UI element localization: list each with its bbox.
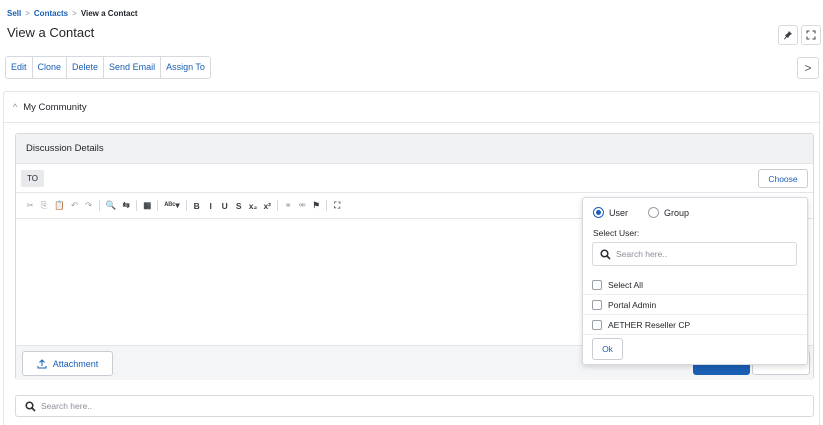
select-all-checkbox[interactable]: [592, 279, 602, 290]
next-record-button[interactable]: >: [797, 57, 819, 79]
toolbar-separator: [185, 200, 187, 211]
to-label: TO: [21, 170, 44, 187]
breadcrumb-separator: >: [25, 9, 30, 18]
recipient-chooser-popover: User Group Select User: Select All Porta…: [582, 197, 808, 365]
group-radio[interactable]: [648, 207, 660, 218]
user-option-portal-admin[interactable]: Portal Admin: [583, 295, 807, 315]
unlink-icon[interactable]: ⚮: [298, 200, 306, 211]
user-checkbox[interactable]: [592, 319, 602, 330]
delete-button[interactable]: Delete: [67, 57, 105, 78]
toolbar-separator: [136, 200, 138, 211]
search-icon: [600, 248, 611, 260]
discussion-header: Discussion Details: [16, 134, 813, 164]
choose-button[interactable]: Choose: [758, 169, 808, 188]
chevron-up-icon: ^: [13, 102, 18, 112]
toolbar-separator: [326, 200, 328, 211]
edit-button[interactable]: Edit: [6, 57, 33, 78]
select-user-label: Select User:: [593, 228, 640, 238]
flag-icon[interactable]: ⚑: [312, 200, 320, 211]
redo-icon[interactable]: ↷: [85, 200, 93, 211]
user-radio-label: User: [609, 207, 629, 218]
find-icon[interactable]: 🔍: [106, 200, 117, 211]
user-option-label: Portal Admin: [608, 299, 657, 310]
page-title: View a Contact: [7, 25, 95, 40]
group-radio-option[interactable]: Group: [648, 207, 689, 218]
ok-button[interactable]: Ok: [592, 338, 623, 360]
italic-icon[interactable]: I: [207, 201, 215, 211]
attachment-button[interactable]: Attachment: [22, 351, 113, 376]
community-header[interactable]: ^ My Community: [4, 92, 819, 123]
recipient-type-radios: User Group: [593, 207, 689, 218]
replace-icon[interactable]: ⇆: [122, 200, 130, 211]
user-radio[interactable]: [593, 207, 604, 218]
select-all-option[interactable]: Select All: [583, 275, 807, 295]
community-title: My Community: [23, 101, 87, 113]
send-email-button[interactable]: Send Email: [104, 57, 162, 78]
select-all-icon[interactable]: ▦: [143, 200, 151, 211]
comment-search-bar: [15, 395, 814, 417]
upload-icon: [37, 358, 47, 368]
user-search-box: [592, 242, 797, 266]
bold-icon[interactable]: B: [193, 201, 201, 211]
clone-button[interactable]: Clone: [32, 57, 68, 78]
assign-to-button[interactable]: Assign To: [161, 57, 210, 78]
strike-icon[interactable]: S: [235, 201, 243, 211]
toolbar-separator: [277, 200, 279, 211]
action-toolbar: Edit Clone Delete Send Email Assign To: [5, 56, 211, 79]
chevron-right-icon: >: [804, 61, 812, 75]
subscript-icon[interactable]: x₂: [249, 201, 258, 211]
discussion-title: Discussion Details: [26, 143, 104, 154]
breadcrumb-separator: >: [72, 9, 77, 18]
toolbar-separator: [98, 200, 100, 211]
comment-search-input[interactable]: [41, 401, 641, 411]
expand-icon: [806, 30, 816, 40]
paste-icon[interactable]: 📋: [54, 200, 65, 211]
search-icon: [25, 400, 36, 412]
user-search-input[interactable]: [616, 249, 786, 259]
link-icon[interactable]: ⚭: [284, 200, 292, 211]
breadcrumb-current: View a Contact: [80, 9, 138, 18]
breadcrumb: Sell > Contacts > View a Contact: [7, 9, 138, 18]
recipients-row: TO Choose: [16, 164, 813, 193]
user-option-aether-reseller[interactable]: AETHER Reseller CP: [583, 315, 807, 335]
underline-icon[interactable]: U: [221, 201, 229, 211]
user-option-label: AETHER Reseller CP: [608, 319, 691, 330]
spellcheck-icon[interactable]: ᴬᴮᶜ▾: [164, 200, 180, 211]
attachment-label: Attachment: [52, 358, 99, 369]
superscript-icon[interactable]: x²: [263, 201, 271, 211]
user-checkbox[interactable]: [592, 299, 602, 310]
expand-button[interactable]: [801, 25, 821, 45]
user-radio-option[interactable]: User: [593, 207, 628, 218]
toolbar-separator: [157, 200, 159, 211]
breadcrumb-sell-link[interactable]: Sell: [7, 9, 21, 18]
maximize-icon[interactable]: ⛶: [333, 200, 341, 211]
group-radio-label: Group: [664, 207, 690, 218]
copy-icon[interactable]: ⎘: [40, 200, 48, 211]
pin-button[interactable]: [778, 25, 798, 45]
cut-icon[interactable]: ✂: [26, 200, 34, 211]
undo-icon[interactable]: ↶: [71, 200, 79, 211]
breadcrumb-contacts-link[interactable]: Contacts: [34, 9, 68, 18]
pin-icon: [784, 31, 792, 40]
user-option-label: Select All: [608, 279, 643, 290]
